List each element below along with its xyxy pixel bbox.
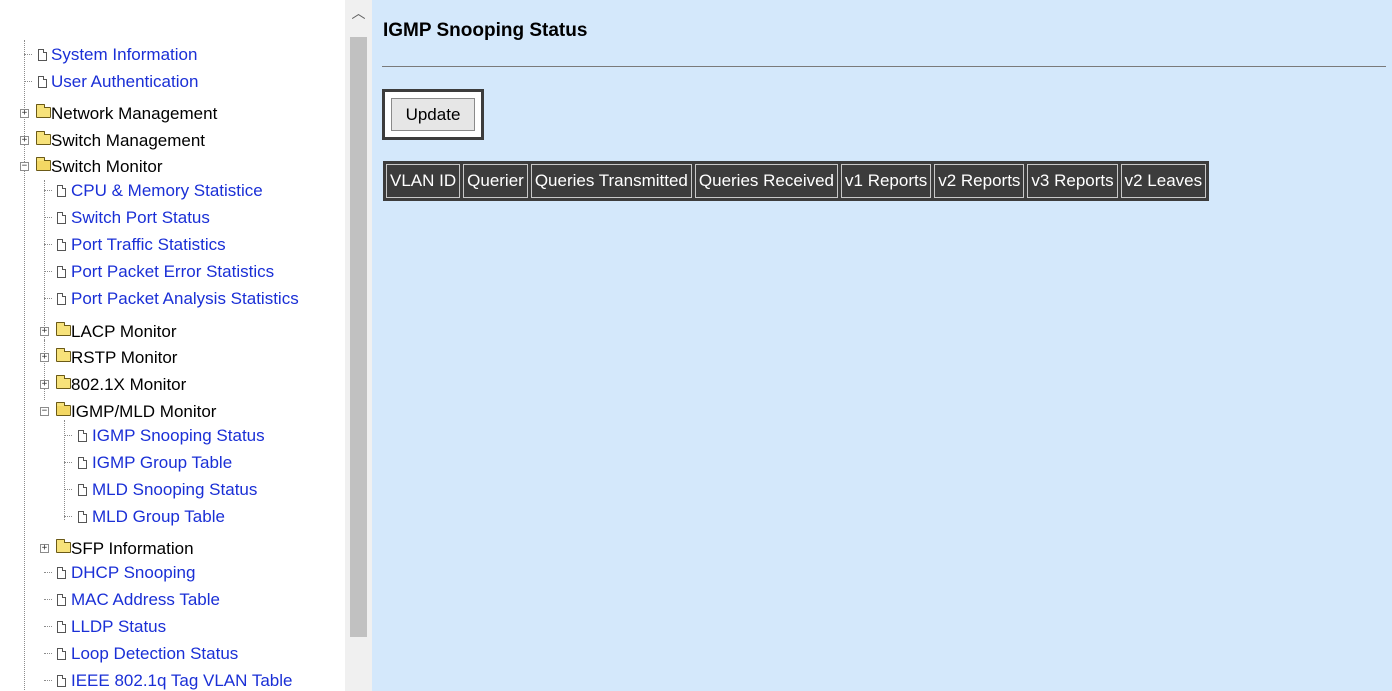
page-icon (57, 594, 66, 606)
folder-icon (56, 322, 71, 336)
nav-item-label: CPU & Memory Statistice (71, 181, 263, 200)
nav-item-label: MLD Snooping Status (92, 480, 258, 499)
nav-item-mld-snooping-status[interactable]: MLD Snooping Status (0, 478, 345, 505)
column-header-queries-transmitted: Queries Transmitted (530, 164, 692, 198)
column-header-querier: Querier (463, 164, 528, 198)
table-header-row: VLAN ID Querier Queries Transmitted Quer… (386, 164, 1207, 198)
page-icon (57, 185, 66, 197)
page-icon (78, 484, 87, 496)
nav-item-mac-address-table[interactable]: MAC Address Table (0, 588, 345, 615)
nav-item-label: Switch Monitor (51, 157, 163, 176)
update-button-frame: Update (382, 89, 484, 140)
page-icon (57, 212, 66, 224)
page-icon (57, 239, 66, 251)
page-icon (78, 457, 87, 469)
nav-folder-lacp-monitor[interactable]: + LACP Monitor (0, 320, 345, 347)
folder-icon (36, 104, 51, 118)
navigation-tree: System Information User Authentication +… (0, 0, 345, 691)
nav-item-label: LLDP Status (71, 617, 167, 636)
nav-folder-network-management[interactable]: + Network Management (0, 102, 345, 129)
page-icon (57, 567, 66, 579)
collapse-icon[interactable]: − (40, 407, 49, 416)
nav-item-igmp-snooping-status[interactable]: IGMP Snooping Status (0, 424, 345, 451)
page-title: IGMP Snooping Status (383, 20, 588, 41)
folder-open-icon (56, 402, 71, 416)
nav-item-label: Port Packet Analysis Statistics (71, 289, 299, 308)
nav-item-label: MLD Group Table (92, 507, 225, 526)
nav-folder-sfp-information[interactable]: + SFP Information (0, 537, 345, 564)
nav-item-label: IGMP Group Table (92, 453, 233, 472)
nav-item-label: MAC Address Table (71, 590, 220, 609)
title-divider (382, 66, 1386, 67)
nav-item-label: DHCP Snooping (71, 563, 196, 582)
nav-item-cpu-memory-statistice[interactable]: CPU & Memory Statistice (0, 179, 345, 206)
scroll-up-icon[interactable]: ︿ (351, 6, 366, 21)
update-button[interactable]: Update (391, 98, 475, 131)
column-header-queries-received: Queries Received (694, 164, 839, 198)
column-header-vlan-id: VLAN ID (386, 164, 461, 198)
content-panel: IGMP Snooping Status Update VLAN ID Quer… (372, 0, 1392, 691)
nav-folder-igmp-mld-monitor[interactable]: − IGMP/MLD Monitor (0, 400, 345, 427)
folder-icon (36, 131, 51, 145)
nav-item-label: Network Management (51, 104, 218, 123)
folder-icon (56, 348, 71, 362)
nav-folder-rstp-monitor[interactable]: + RSTP Monitor (0, 346, 345, 373)
nav-item-label: Switch Management (51, 131, 206, 150)
page-icon (57, 293, 66, 305)
nav-item-mld-group-table[interactable]: MLD Group Table (0, 505, 345, 532)
column-header-v3-reports: v3 Reports (1027, 164, 1118, 198)
page-icon (38, 49, 47, 61)
expand-icon[interactable]: + (20, 109, 29, 118)
nav-item-port-packet-analysis-statistics[interactable]: Port Packet Analysis Statistics (0, 287, 345, 314)
nav-item-ieee-8021q-tag-vlan-table[interactable]: IEEE 802.1q Tag VLAN Table (0, 669, 345, 691)
folder-open-icon (36, 157, 51, 171)
page-icon (78, 430, 87, 442)
nav-item-igmp-group-table[interactable]: IGMP Group Table (0, 451, 345, 478)
nav-item-system-information[interactable]: System Information (0, 43, 345, 70)
nav-item-label: IGMP/MLD Monitor (71, 402, 217, 421)
nav-scrollbar[interactable]: ︿ (345, 0, 372, 691)
nav-item-dhcp-snooping[interactable]: DHCP Snooping (0, 561, 345, 588)
page-icon (57, 621, 66, 633)
nav-item-label: SFP Information (71, 539, 194, 558)
page-icon (57, 648, 66, 660)
page-icon (57, 266, 66, 278)
igmp-status-table: VLAN ID Querier Queries Transmitted Quer… (383, 161, 1210, 201)
nav-item-lldp-status[interactable]: LLDP Status (0, 615, 345, 642)
expand-icon[interactable]: + (40, 353, 49, 362)
nav-item-port-traffic-statistics[interactable]: Port Traffic Statistics (0, 233, 345, 260)
nav-item-label: Switch Port Status (71, 208, 210, 227)
page-icon (78, 511, 87, 523)
nav-item-user-authentication[interactable]: User Authentication (0, 70, 345, 97)
expand-icon[interactable]: + (40, 380, 49, 389)
column-header-v2-reports: v2 Reports (934, 164, 1025, 198)
nav-item-port-packet-error-statistics[interactable]: Port Packet Error Statistics (0, 260, 345, 287)
nav-item-label: Loop Detection Status (71, 644, 239, 663)
nav-item-label: IEEE 802.1q Tag VLAN Table (71, 671, 293, 690)
nav-item-label: Port Packet Error Statistics (71, 262, 275, 281)
nav-item-switch-port-status[interactable]: Switch Port Status (0, 206, 345, 233)
nav-item-label: 802.1X Monitor (71, 375, 187, 394)
expand-icon[interactable]: + (40, 544, 49, 553)
nav-item-label: User Authentication (51, 72, 199, 91)
folder-icon (56, 539, 71, 553)
scrollbar-thumb[interactable] (350, 37, 367, 637)
expand-icon[interactable]: + (20, 136, 29, 145)
folder-icon (56, 375, 71, 389)
column-header-v2-leaves: v2 Leaves (1120, 164, 1207, 198)
nav-folder-switch-management[interactable]: + Switch Management (0, 129, 345, 156)
collapse-icon[interactable]: − (20, 162, 29, 171)
nav-item-label: Port Traffic Statistics (71, 235, 226, 254)
nav-folder-switch-monitor[interactable]: − Switch Monitor (0, 155, 345, 182)
nav-item-label: RSTP Monitor (71, 348, 178, 367)
nav-item-label: System Information (51, 45, 198, 64)
nav-item-label: IGMP Snooping Status (92, 426, 265, 445)
page-icon (57, 675, 66, 687)
expand-icon[interactable]: + (40, 327, 49, 336)
column-header-v1-reports: v1 Reports (841, 164, 932, 198)
nav-folder-8021x-monitor[interactable]: + 802.1X Monitor (0, 373, 345, 400)
nav-item-loop-detection-status[interactable]: Loop Detection Status (0, 642, 345, 669)
page-icon (38, 76, 47, 88)
nav-item-label: LACP Monitor (71, 322, 177, 341)
